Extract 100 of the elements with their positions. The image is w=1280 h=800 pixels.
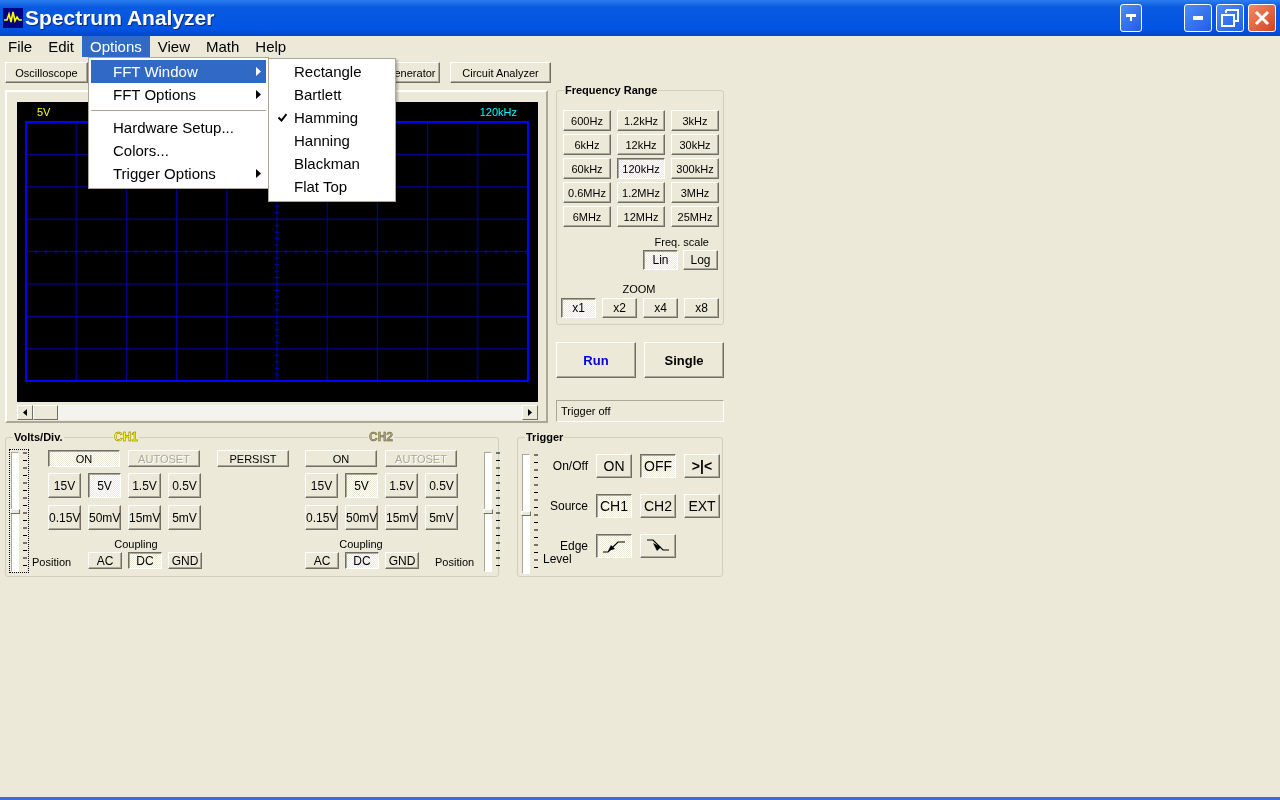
coupling-label: Coupling [338, 537, 384, 551]
menu-item[interactable]: Colors... [91, 139, 266, 162]
scale-button[interactable]: Log [683, 250, 718, 270]
volts-button[interactable]: 15V [305, 473, 338, 498]
zoom-button[interactable]: x4 [643, 298, 678, 318]
channel-on-button[interactable]: ON [305, 450, 377, 467]
frequency-button[interactable]: 6MHz [563, 206, 611, 227]
zoom-button[interactable]: x1 [561, 298, 596, 318]
trigger-button[interactable]: CH1 [596, 494, 632, 518]
scrollbar-thumb[interactable] [33, 405, 58, 420]
scroll-right-button[interactable] [522, 405, 538, 420]
frequency-button[interactable]: 12MHz [617, 206, 665, 227]
minimize-icon [1193, 16, 1203, 20]
frequency-button[interactable]: 1.2kHz [617, 110, 665, 131]
run-button[interactable]: Run [556, 342, 636, 378]
volts-button[interactable]: 15V [48, 473, 81, 498]
frequency-button[interactable]: 3MHz [671, 182, 719, 203]
coupling-label: Coupling [113, 537, 159, 551]
menu-item[interactable]: Hamming [269, 106, 395, 129]
menu-item[interactable]: Math [198, 36, 248, 57]
menu-item[interactable]: Flat Top [269, 175, 395, 198]
volts-button[interactable]: 1.5V [128, 473, 161, 498]
falling-edge-icon [646, 539, 670, 553]
volts-button[interactable]: 0.15V [305, 505, 338, 530]
trigger-button[interactable]: EXT [684, 494, 720, 518]
coupling-button[interactable]: DC [128, 552, 162, 569]
volts-button[interactable]: 15mV [385, 505, 418, 530]
toolbar-button[interactable]: Oscilloscope [5, 62, 88, 83]
volts-button[interactable]: 5V [88, 473, 121, 498]
waveform-icon [3, 8, 23, 28]
menu-item[interactable]: View [149, 36, 198, 57]
rising-edge-button[interactable] [596, 534, 632, 558]
volts-button[interactable]: 0.5V [168, 473, 201, 498]
falling-edge-button[interactable] [640, 534, 676, 558]
frequency-button[interactable]: 6kHz [563, 134, 611, 155]
frequency-button[interactable]: 0.6MHz [563, 182, 611, 203]
trigger-button[interactable]: OFF [640, 454, 676, 478]
zoom-button[interactable]: x8 [684, 298, 719, 318]
menu-item[interactable]: Blackman [269, 152, 395, 175]
trigger-button[interactable]: ON [596, 454, 632, 478]
menu-item[interactable]: Trigger Options [91, 162, 266, 185]
restore-button[interactable] [1216, 4, 1244, 32]
menu-item[interactable]: Bartlett [269, 83, 395, 106]
level-label: Level [543, 552, 572, 566]
coupling-button[interactable]: AC [305, 552, 339, 569]
trigger-button[interactable]: >|< [684, 454, 720, 478]
volts-button[interactable]: 15mV [128, 505, 161, 530]
frequency-button[interactable]: 300kHz [671, 158, 719, 179]
frequency-button[interactable]: 120kHz [617, 158, 665, 179]
restore-icon [1221, 9, 1239, 27]
left-arrow-icon [23, 409, 27, 416]
volts-button[interactable]: 5V [345, 473, 378, 498]
coupling-button[interactable]: DC [345, 552, 379, 569]
menu-item[interactable]: FFT Window [91, 60, 266, 83]
volts-button[interactable]: 0.5V [425, 473, 458, 498]
menu-item[interactable]: Help [247, 36, 295, 57]
coupling-button[interactable]: GND [168, 552, 202, 569]
menu-item[interactable]: FFT Options [91, 83, 266, 106]
frequency-button[interactable]: 600Hz [563, 110, 611, 131]
scroll-left-button[interactable] [17, 405, 33, 420]
slider-thumb[interactable] [521, 511, 531, 516]
horizontal-scrollbar[interactable] [17, 405, 538, 420]
menu-item[interactable]: Hanning [269, 129, 395, 152]
volts-button[interactable]: 5mV [168, 505, 201, 530]
single-button[interactable]: Single [644, 342, 724, 378]
slider-thumb[interactable] [10, 509, 20, 514]
group-title: Trigger [525, 431, 565, 444]
menu-item[interactable]: Edit [40, 36, 83, 57]
frequency-button[interactable]: 1.2MHz [617, 182, 665, 203]
toolbar-button[interactable]: Circuit Analyzer [450, 62, 551, 83]
menu-item[interactable]: Options [82, 36, 150, 57]
coupling-button[interactable]: AC [88, 552, 122, 569]
group-title: Volts/Div. [13, 431, 64, 444]
persist-button[interactable]: PERSIST [217, 450, 289, 467]
t-shape-icon [1126, 14, 1136, 22]
menu-item[interactable]: Hardware Setup... [91, 116, 266, 139]
trigger-button[interactable]: CH2 [640, 494, 676, 518]
slider-thumb[interactable] [483, 509, 493, 514]
volts-button[interactable]: 0.15V [48, 505, 81, 530]
menu-item[interactable]: File [0, 36, 41, 57]
volts-button[interactable]: 50mV [88, 505, 121, 530]
frequency-button[interactable]: 25MHz [671, 206, 719, 227]
close-icon [1254, 10, 1270, 26]
position-label: Position [435, 556, 475, 569]
minimize-button[interactable] [1184, 4, 1212, 32]
scale-button[interactable]: Lin [643, 250, 678, 270]
coupling-button[interactable]: GND [385, 552, 419, 569]
frequency-button[interactable]: 30kHz [671, 134, 719, 155]
volts-label: 5V [37, 106, 51, 118]
volts-button[interactable]: 50mV [345, 505, 378, 530]
channel-on-button[interactable]: ON [48, 450, 120, 467]
frequency-button[interactable]: 12kHz [617, 134, 665, 155]
frequency-button[interactable]: 60kHz [563, 158, 611, 179]
zoom-button[interactable]: x2 [602, 298, 637, 318]
volts-button[interactable]: 5mV [425, 505, 458, 530]
window-menu-button[interactable] [1120, 4, 1142, 32]
close-button[interactable] [1248, 4, 1276, 32]
status-field: Trigger off [556, 400, 724, 422]
volts-button[interactable]: 1.5V [385, 473, 418, 498]
frequency-button[interactable]: 3kHz [671, 110, 719, 131]
